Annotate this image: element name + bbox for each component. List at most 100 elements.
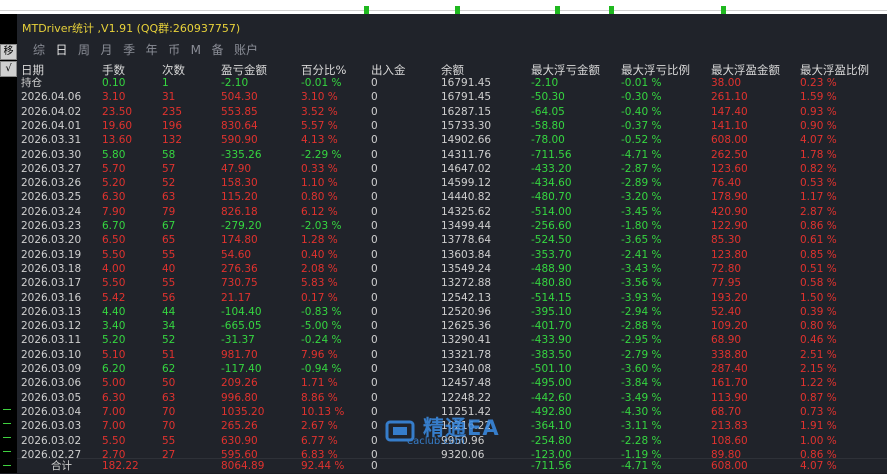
cell-max-float-profit: 147.40	[711, 105, 748, 118]
table-header: 日期 手数 次数 盈亏金额 百分比% 出入金 余额 最大浮亏金额 最大浮亏比例 …	[17, 62, 887, 77]
table-row[interactable]: 2026.03.18 4.00 40 276.36 2.08 % 0 13549.24 -48…	[17, 262, 887, 276]
cell-deposit: 0	[371, 205, 378, 218]
cell-max-float-loss: -514.15	[531, 291, 572, 304]
cell-max-float-loss-pct: -3.60 %	[621, 363, 662, 375]
tab-currency[interactable]: 币	[168, 41, 180, 58]
table-row[interactable]: 2026.03.12 3.40 34 -665.05 -5.00 % 0 12625.36 -…	[17, 319, 887, 333]
table-row[interactable]: 2026.03.16 5.42 56 21.17 0.17 % 0 12542.13 -514…	[17, 291, 887, 305]
tab-overview[interactable]: 综	[33, 41, 45, 58]
cell-trades: 70	[162, 420, 176, 433]
table-row[interactable]: 2026.03.11 5.20 52 -31.37 -0.24 % 0 13290.41 -4…	[17, 333, 887, 347]
cell-trades: 65	[162, 234, 176, 247]
tab-notes[interactable]: 备	[211, 41, 223, 58]
cell-trades: 1	[162, 77, 169, 89]
cell-trades: 31	[162, 91, 176, 104]
cell-percent: -0.01 %	[301, 77, 342, 89]
cell-max-float-profit: 38.00	[711, 77, 742, 89]
open-position-row[interactable]: 持仓 0.10 1 -2.10 -0.01 % 0 16791.45 -2.10 -0.01 %…	[17, 76, 887, 90]
table-row[interactable]: 2026.03.30 5.80 58 -335.26 -2.29 % 0 14311.76 -…	[17, 148, 887, 162]
table-row[interactable]: 2026.03.26 5.20 52 158.30 1.10 % 0 14599.12 -43…	[17, 176, 887, 190]
cell-deposit: 0	[371, 277, 378, 290]
cell-pnl: 590.90	[221, 134, 258, 147]
cell-max-float-profit-pct: 0.80 %	[800, 320, 837, 333]
table-row[interactable]: 2026.03.23 6.70 67 -279.20 -2.03 % 0 13499.44 -…	[17, 219, 887, 233]
table-row[interactable]: 2026.03.13 4.40 44 -104.40 -0.83 % 0 12520.96 -…	[17, 305, 887, 319]
table-row[interactable]: 2026.04.06 3.10 31 504.30 3.10 % 0 16791.45 -50…	[17, 90, 887, 104]
cell-max-float-loss: -383.50	[531, 348, 572, 361]
cell-date: 2026.04.06	[21, 91, 82, 104]
cell-deposit: 0	[371, 191, 378, 204]
cell-percent: 2.67 %	[301, 420, 338, 433]
cell-max-float-profit-pct: 0.86 %	[800, 220, 837, 232]
cell-trades: 62	[162, 363, 176, 375]
tab-month[interactable]: 月	[101, 41, 113, 58]
table-row[interactable]: 2026.03.25 6.30 63 115.20 0.80 % 0 14440.82 -48…	[17, 190, 887, 204]
tab-quarter[interactable]: 季	[123, 41, 135, 58]
cell-max-float-profit-pct: 0.46 %	[800, 334, 837, 347]
cell-percent: 6.77 %	[301, 434, 338, 447]
table-row[interactable]: 2026.04.01 19.60 196 830.64 5.57 % 0 15733.30 -…	[17, 119, 887, 133]
table-row[interactable]: 2026.03.24 7.90 79 826.18 6.12 % 0 14325.62 -51…	[17, 205, 887, 219]
tab-magic[interactable]: M	[191, 43, 201, 57]
cell-balance: 12248.22	[441, 391, 492, 404]
table-row[interactable]: 2026.03.27 5.70 57 47.90 0.33 % 0 14647.02 -433…	[17, 162, 887, 176]
cell-percent: 3.10 %	[301, 91, 338, 104]
cell-percent: 1.10 %	[301, 177, 338, 190]
cell-percent: -5.00 %	[301, 320, 342, 333]
cell-percent: 10.13 %	[301, 405, 345, 418]
cell-percent: -0.83 %	[301, 305, 342, 318]
table-row[interactable]: 2026.03.05 6.30 63 996.80 8.86 % 0 12248.22 -44…	[17, 391, 887, 405]
table-row[interactable]: 2026.03.20 6.50 65 174.80 1.28 % 0 13778.64 -52…	[17, 233, 887, 247]
tab-day[interactable]: 日	[56, 41, 68, 58]
cell-trades: 51	[162, 348, 176, 361]
check-button[interactable]: √	[0, 61, 17, 77]
cell-lots: 5.10	[102, 348, 126, 361]
move-button[interactable]: 移	[0, 44, 17, 60]
cell-deposit: 0	[371, 377, 378, 390]
cell-max-float-profit: 161.70	[711, 377, 748, 390]
cell-max-float-loss: -711.56	[531, 148, 572, 161]
cell-pnl: 730.75	[221, 277, 258, 290]
cell-pnl: -31.37	[221, 334, 255, 347]
cell-balance: 14647.02	[441, 162, 492, 175]
cell-percent: 5.83 %	[301, 277, 338, 290]
table-row[interactable]: 2026.04.02 23.50 235 553.85 3.52 % 0 16287.15 -…	[17, 105, 887, 119]
table-row[interactable]: 2026.03.19 5.50 55 54.60 0.40 % 0 13603.84 -353…	[17, 248, 887, 262]
table-row[interactable]: 2026.03.31 13.60 132 590.90 4.13 % 0 14902.66 -…	[17, 133, 887, 147]
cell-max-float-profit: 85.30	[711, 234, 742, 247]
cell-max-float-loss: -480.80	[531, 277, 572, 290]
cell-max-float-profit-pct: 0.53 %	[800, 177, 837, 190]
cell-lots: 5.20	[102, 334, 126, 347]
left-toolbar: 移 √	[0, 14, 17, 473]
tab-year[interactable]: 年	[146, 41, 158, 58]
cell-max-float-profit: 193.20	[711, 291, 748, 304]
watermark: 精通EA eaclub.com	[367, 412, 547, 454]
cell-lots: 6.70	[102, 220, 126, 232]
cell-lots: 19.60	[102, 119, 133, 132]
table-row[interactable]: 2026.03.09 6.20 62 -117.40 -0.94 % 0 12340.08 -…	[17, 362, 887, 376]
cell-lots: 6.30	[102, 191, 126, 204]
cell-deposit: 0	[371, 134, 378, 147]
cell-max-float-profit-pct: 0.90 %	[800, 119, 837, 132]
cell-max-float-profit-pct: 0.85 %	[800, 248, 837, 261]
cell-lots: 0.10	[102, 77, 126, 89]
cell-deposit: 0	[371, 220, 378, 232]
tab-week[interactable]: 周	[78, 41, 90, 58]
cell-max-float-profit: 109.20	[711, 320, 748, 333]
cell-trades: 67	[162, 220, 176, 232]
cell-max-float-profit: 68.70	[711, 405, 742, 418]
cell-date: 2026.03.23	[21, 220, 82, 232]
table-row[interactable]: 2026.03.06 5.00 50 209.26 1.71 % 0 12457.48 -49…	[17, 376, 887, 390]
cell-max-float-profit: 608.00	[711, 134, 748, 147]
table-row[interactable]: 2026.03.10 5.10 51 981.70 7.96 % 0 13321.78 -38…	[17, 348, 887, 362]
cell-pnl: 276.36	[221, 262, 258, 275]
cell-trades: 34	[162, 320, 176, 333]
cell-date: 2026.04.02	[21, 105, 82, 118]
cell-trades: 55	[162, 248, 176, 261]
cell-max-float-loss-pct: -0.37 %	[621, 119, 662, 132]
cell-percent: 0.33 %	[301, 162, 338, 175]
table-row[interactable]: 2026.03.17 5.50 55 730.75 5.83 % 0 13272.88 -48…	[17, 276, 887, 290]
tab-account[interactable]: 账户	[234, 41, 258, 58]
cell-lots: 5.42	[102, 291, 126, 304]
cell-date: 2026.03.10	[21, 348, 82, 361]
